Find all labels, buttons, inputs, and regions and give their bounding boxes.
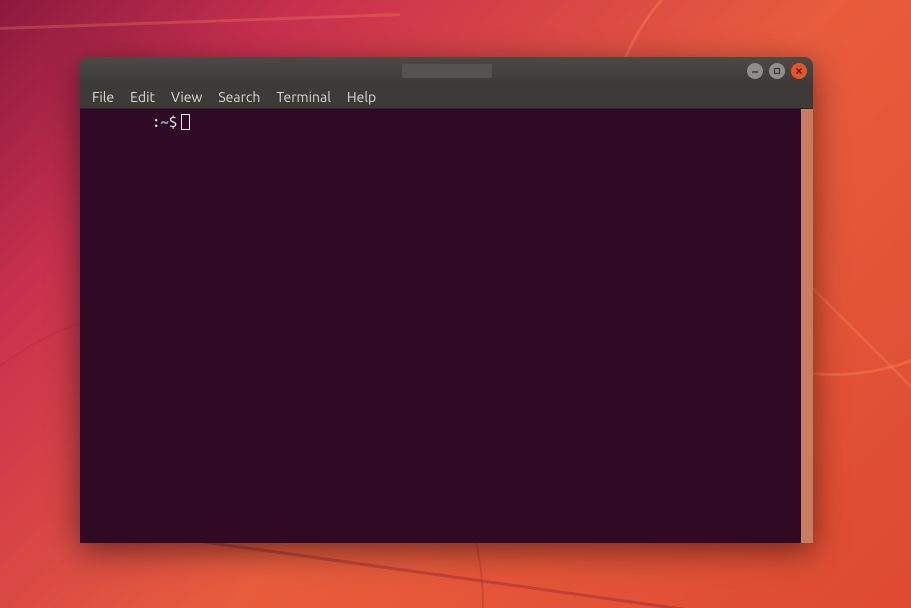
- terminal-cursor: [181, 114, 190, 130]
- maximize-icon: [773, 67, 781, 75]
- prompt-dollar: $: [169, 113, 177, 130]
- menu-edit[interactable]: Edit: [122, 87, 163, 107]
- menubar: File Edit View Search Terminal Help: [80, 85, 813, 109]
- close-icon: [795, 67, 803, 75]
- menu-terminal[interactable]: Terminal: [268, 87, 339, 107]
- menu-help[interactable]: Help: [339, 87, 384, 107]
- window-controls: [747, 63, 807, 79]
- minimize-icon: [751, 67, 759, 75]
- window-title: [402, 64, 492, 78]
- terminal-scrollbar[interactable]: [801, 109, 813, 543]
- terminal-body: :~$: [80, 109, 813, 543]
- terminal-window: File Edit View Search Terminal Help :~$: [80, 57, 813, 543]
- terminal-content[interactable]: :~$: [80, 109, 801, 543]
- menu-view[interactable]: View: [163, 87, 210, 107]
- prompt-path: ~: [160, 113, 168, 130]
- close-button[interactable]: [791, 63, 807, 79]
- wallpaper-line: [202, 540, 698, 608]
- wallpaper-line: [0, 13, 400, 30]
- window-titlebar[interactable]: [80, 57, 813, 85]
- minimize-button[interactable]: [747, 63, 763, 79]
- maximize-button[interactable]: [769, 63, 785, 79]
- menu-file[interactable]: File: [84, 87, 122, 107]
- menu-search[interactable]: Search: [210, 87, 268, 107]
